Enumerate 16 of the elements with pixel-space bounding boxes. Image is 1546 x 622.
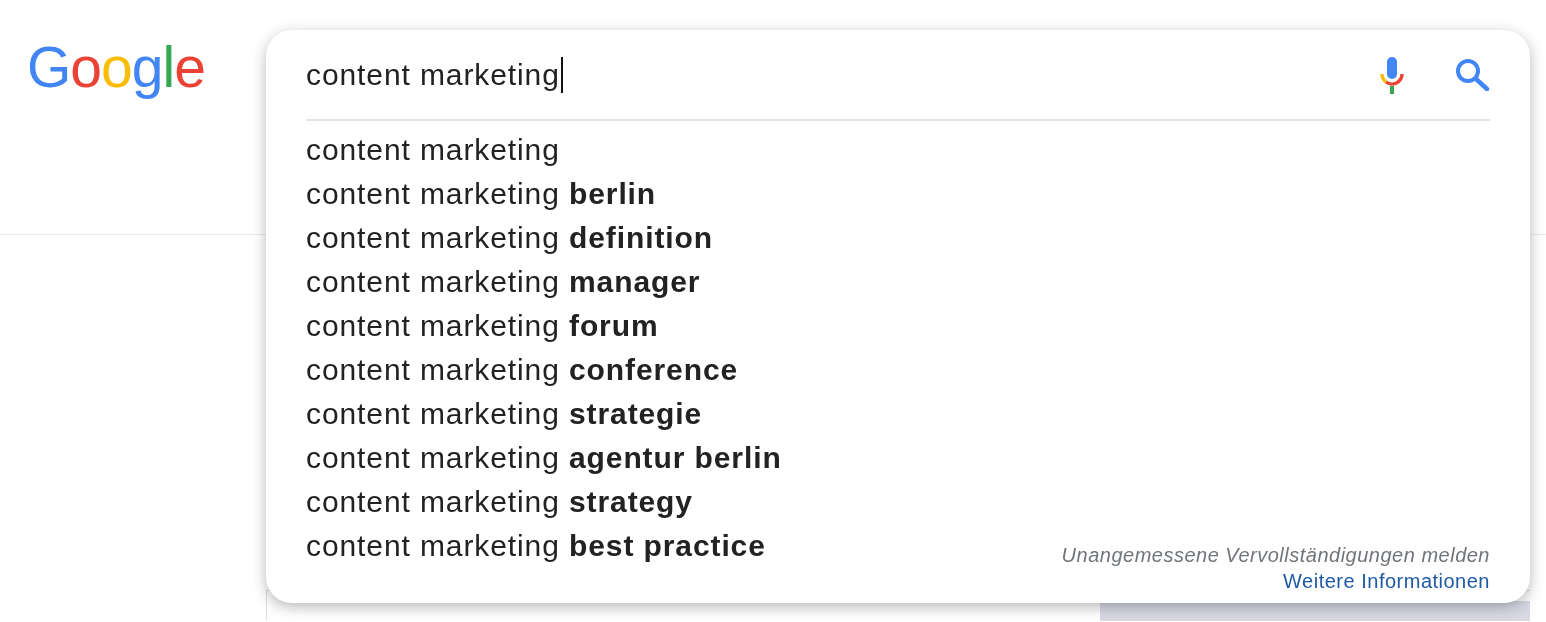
more-info-link[interactable]: Weitere Informationen (1283, 568, 1490, 594)
search-icon[interactable] (1455, 58, 1490, 91)
suggestion-item[interactable]: content marketing (306, 128, 560, 172)
suggestion-item[interactable]: content marketing forum (306, 304, 659, 348)
search-input[interactable]: content marketing (306, 56, 563, 93)
suggestion-item[interactable]: content marketing definition (306, 216, 713, 260)
suggestion-item[interactable]: content marketing best practice (306, 524, 766, 568)
suggestion-item[interactable]: content marketing manager (306, 260, 701, 304)
suggestion-item[interactable]: content marketing strategie (306, 392, 703, 436)
suggestion-item[interactable]: content marketing agentur berlin (306, 436, 782, 480)
suggestion-item[interactable]: content marketing conference (306, 348, 739, 392)
suggestion-item[interactable]: content marketing strategy (306, 480, 693, 524)
report-link[interactable]: Unangemessene Vervollständigungen melden (1061, 542, 1490, 568)
suggestion-item[interactable]: content marketing berlin (306, 172, 657, 216)
microphone-icon[interactable] (1378, 54, 1406, 95)
logo[interactable]: Google (27, 36, 205, 99)
